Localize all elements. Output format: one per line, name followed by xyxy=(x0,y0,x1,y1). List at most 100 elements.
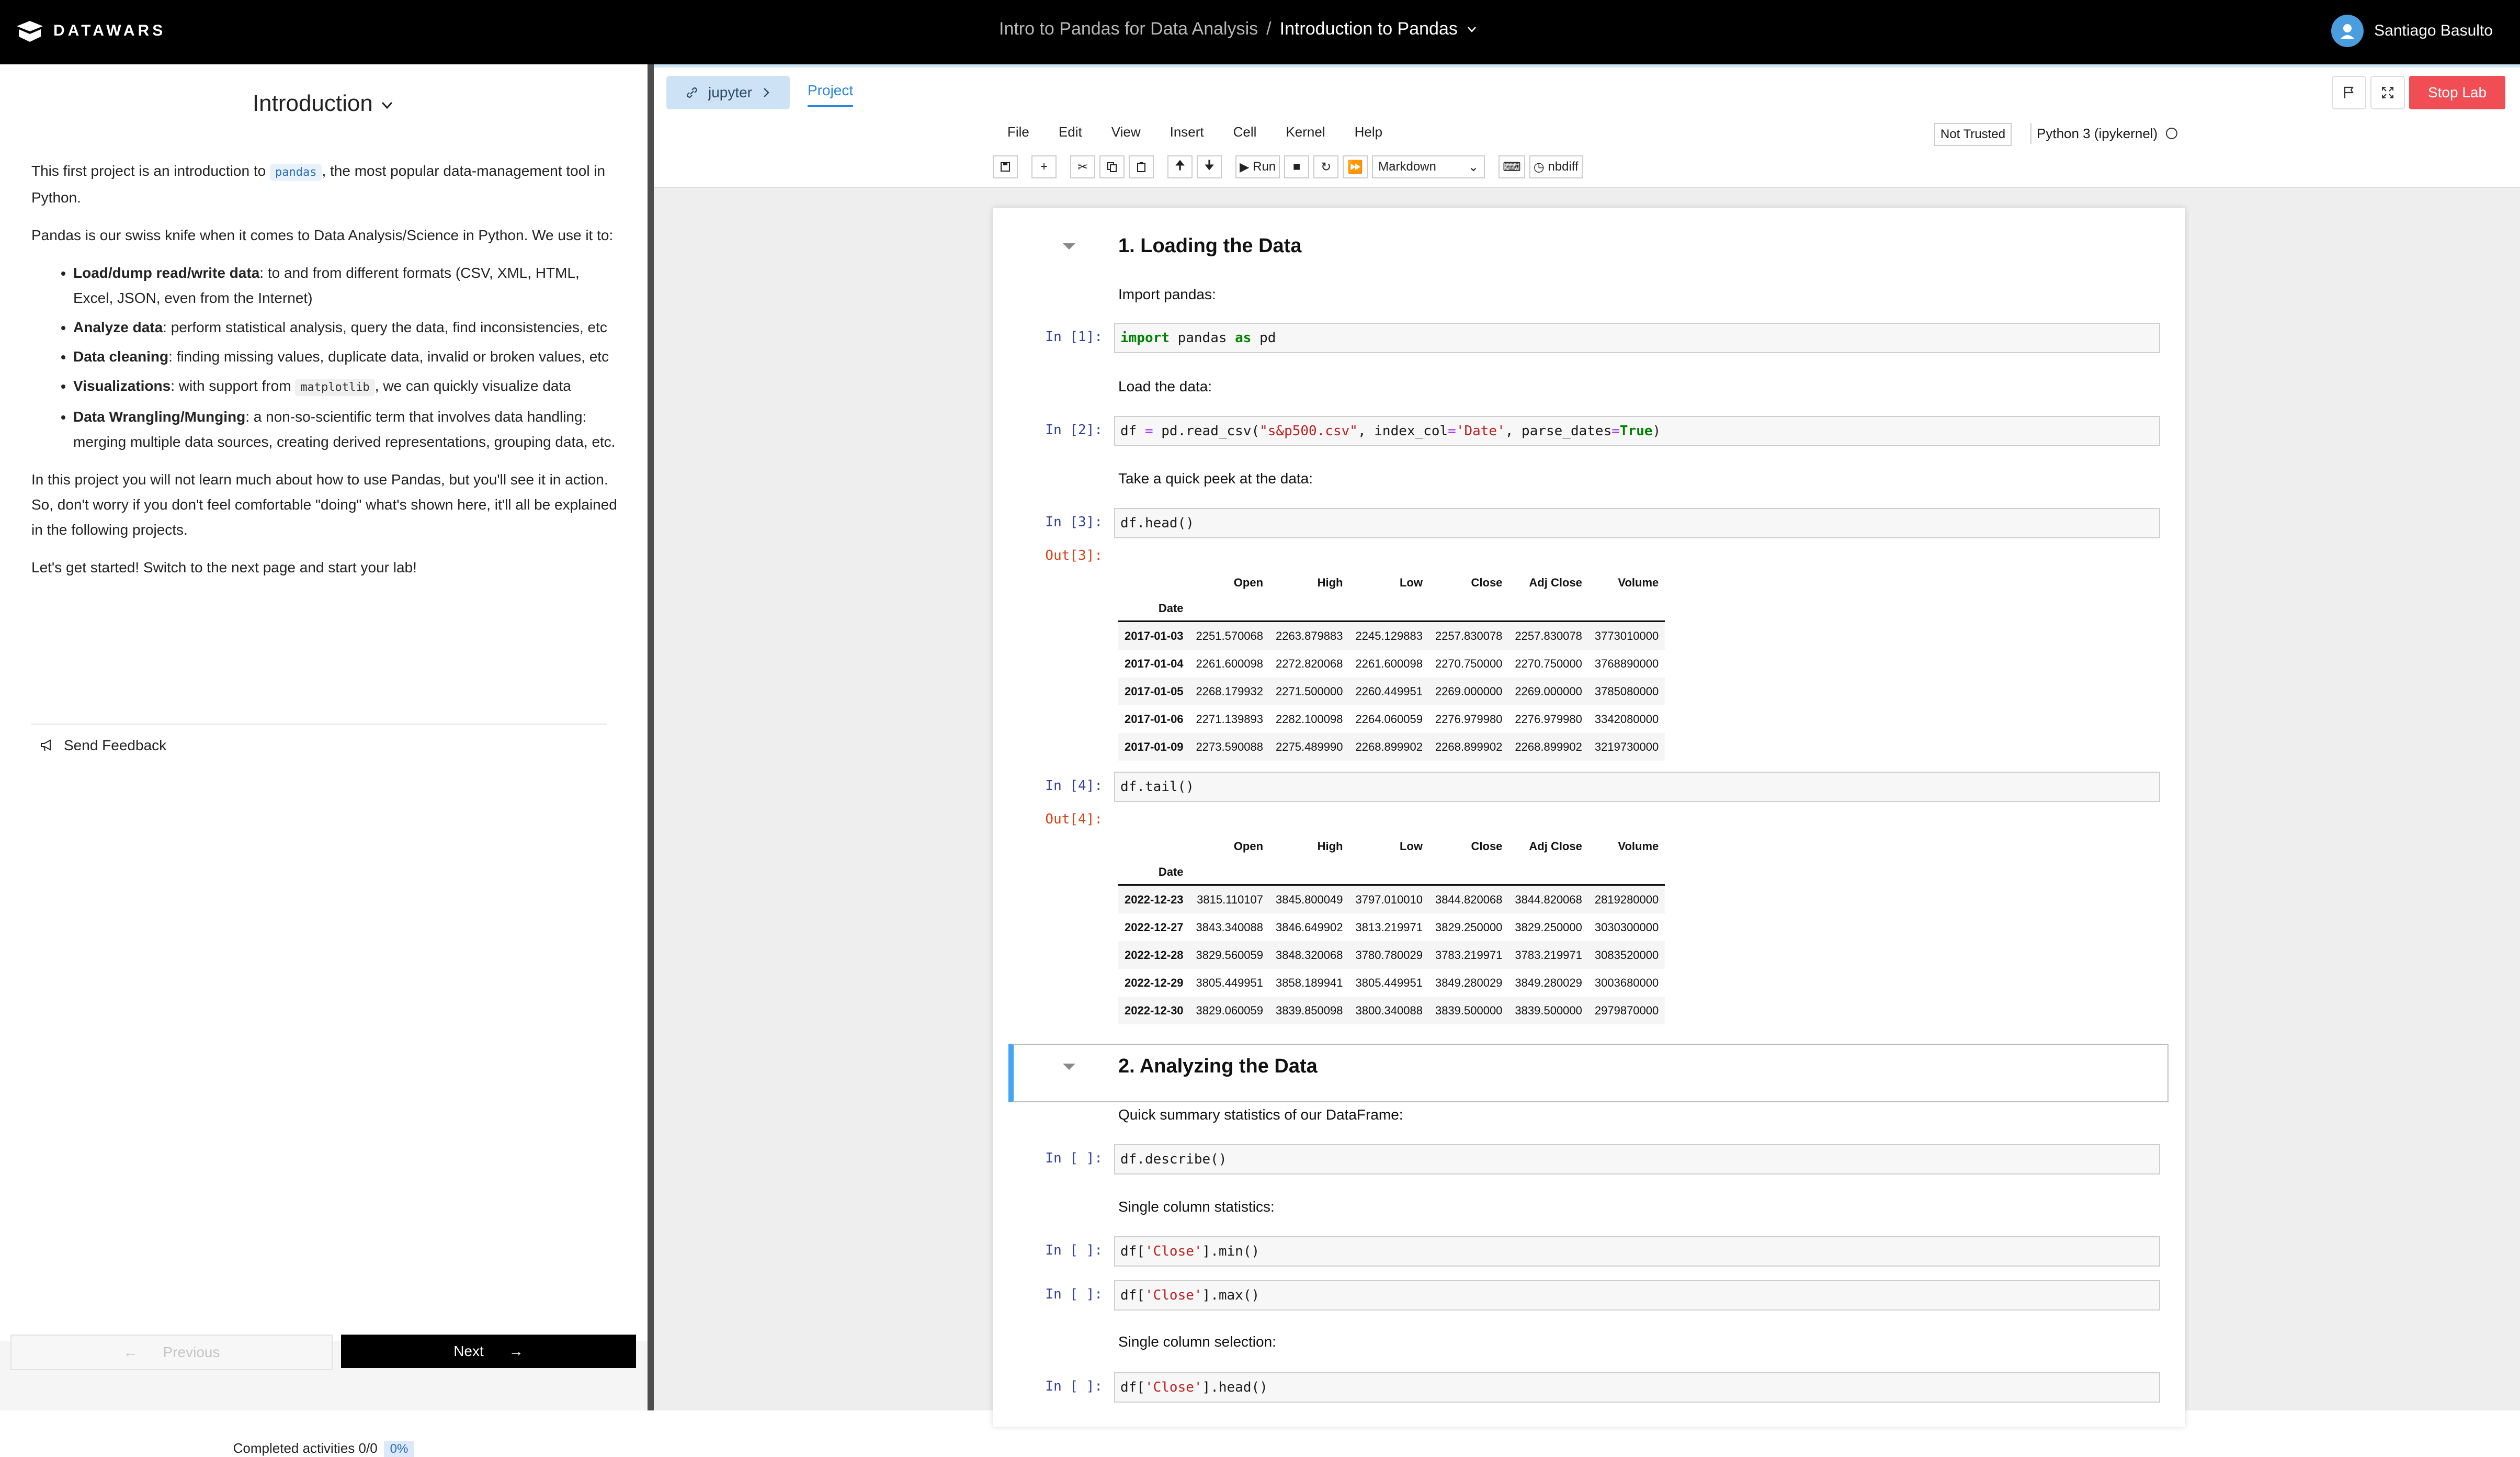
next-button[interactable]: Next → xyxy=(341,1335,636,1368)
index-header-row: Date xyxy=(1118,596,1665,622)
code-token: 'Close' xyxy=(1144,1380,1202,1395)
collapse-section-icon[interactable] xyxy=(1063,243,1075,250)
collapse-section-icon[interactable] xyxy=(1063,1064,1075,1070)
avatar[interactable] xyxy=(2331,15,2364,47)
menu-help[interactable]: Help xyxy=(1355,124,1382,140)
cell-type-select[interactable]: Markdown ⌄ xyxy=(1372,155,1485,178)
markdown-cell[interactable]: Single column selection: xyxy=(1118,1334,1276,1350)
menu-file[interactable]: File xyxy=(1007,124,1029,140)
copy-button[interactable] xyxy=(1099,155,1125,178)
table-cell: 3003680000 xyxy=(1594,976,1659,989)
menu-cell[interactable]: Cell xyxy=(1233,124,1257,140)
kernel-indicator[interactable]: Python 3 (ipykernel) xyxy=(2030,123,2178,144)
code-token: as xyxy=(1235,330,1252,346)
section-heading[interactable]: 1. Loading the Data xyxy=(1118,235,1301,257)
column-header: Close xyxy=(1471,839,1503,853)
chevron-down-icon[interactable] xyxy=(379,98,395,111)
command-palette-button[interactable]: ⌨ xyxy=(1499,155,1525,178)
move-down-button[interactable]: 🠋 xyxy=(1197,155,1222,178)
refresh-icon: ↻ xyxy=(1321,160,1332,174)
breadcrumb: Intro to Pandas for Data Analysis / Intr… xyxy=(999,19,1478,39)
index-header-row: Date xyxy=(1118,860,1665,885)
restart-button[interactable]: ↻ xyxy=(1313,155,1339,178)
dataframe-head-table: Open High Low Close Adj Close Volume Dat… xyxy=(1118,569,1665,761)
insert-cell-button[interactable]: + xyxy=(1031,155,1057,178)
code-token: 'Close' xyxy=(1144,1244,1202,1259)
run-button[interactable]: ▶ Run xyxy=(1235,155,1280,178)
keyboard-icon: ⌨ xyxy=(1503,160,1521,174)
cut-button[interactable]: ✂ xyxy=(1070,155,1095,178)
index-header: Date xyxy=(1158,865,1184,878)
menu-edit[interactable]: Edit xyxy=(1059,124,1082,140)
code-cell[interactable]: df['Close'].max() xyxy=(1114,1280,2160,1311)
markdown-cell[interactable]: Quick summary statistics of our DataFram… xyxy=(1118,1106,1403,1123)
pane-resizer[interactable] xyxy=(648,64,654,1410)
chevron-down-icon[interactable] xyxy=(1466,24,1478,35)
section-heading[interactable]: 2. Analyzing the Data xyxy=(1118,1055,1318,1078)
send-feedback-link[interactable]: Send Feedback xyxy=(40,737,166,754)
dataframe-tail-table: Open High Low Close Adj Close Volume Dat… xyxy=(1118,832,1665,1024)
empty-header xyxy=(1190,860,1269,885)
previous-button[interactable]: ← Previous xyxy=(10,1335,333,1370)
table-cell: 2260.449951 xyxy=(1355,684,1423,698)
code-cell[interactable]: df['Close'].min() xyxy=(1114,1236,2160,1267)
row-index: 2022-12-27 xyxy=(1125,920,1184,934)
megaphone-icon xyxy=(41,739,51,751)
table-row: 2022-12-27 3843.340088 3846.649902 3813.219… xyxy=(1118,913,1665,941)
breadcrumb-course[interactable]: Intro to Pandas for Data Analysis xyxy=(999,19,1258,39)
markdown-cell[interactable]: Load the data: xyxy=(1118,378,1212,395)
empty-header xyxy=(1508,860,1588,885)
trust-status-button[interactable]: Not Trusted xyxy=(1934,123,2012,146)
stop-lab-button[interactable]: Stop Lab xyxy=(2409,76,2505,109)
datawars-logo-icon xyxy=(17,21,43,42)
markdown-cell[interactable]: Import pandas: xyxy=(1118,286,1216,303)
fullscreen-button[interactable] xyxy=(2370,76,2405,109)
menu-insert[interactable]: Insert xyxy=(1170,124,1204,140)
list-item: Analyze data: perform statistical analys… xyxy=(73,315,617,340)
empty-header xyxy=(1588,596,1665,622)
input-prompt: In [ ]: xyxy=(1045,1379,1103,1394)
restart-run-all-button[interactable]: ⏩ xyxy=(1343,155,1368,178)
menu-kernel[interactable]: Kernel xyxy=(1286,124,1325,140)
tab-jupyter[interactable]: jupyter xyxy=(666,76,790,109)
markdown-cell[interactable]: Single column statistics: xyxy=(1118,1199,1275,1215)
code-cell[interactable]: df.head() xyxy=(1114,508,2160,538)
code-token: , index_col xyxy=(1357,423,1448,439)
brand[interactable]: DATAWARS xyxy=(16,19,166,43)
interrupt-button[interactable]: ■ xyxy=(1284,155,1310,178)
save-button[interactable] xyxy=(993,155,1018,178)
lesson-body: This first project is an introduction to… xyxy=(31,159,617,593)
arrow-up-icon: 🠉 xyxy=(1175,158,1185,173)
lesson-paragraph-note: In this project you will not learn much … xyxy=(31,471,617,538)
flag-button[interactable] xyxy=(2332,76,2366,109)
breadcrumb-page[interactable]: Introduction to Pandas xyxy=(1280,19,1458,39)
table-cell: 2264.060059 xyxy=(1355,712,1423,726)
code-token: ].head() xyxy=(1202,1380,1268,1395)
table-row: 2022-12-28 3829.560059 3848.320068 3780.780… xyxy=(1118,941,1665,969)
user-menu[interactable]: Santiago Basulto xyxy=(2331,15,2493,47)
code-cell[interactable]: import pandas as pd xyxy=(1114,323,2160,353)
bullet-text: , we can quickly visualize data xyxy=(374,378,571,394)
nbdiff-button[interactable]: ◷ nbdiff xyxy=(1529,155,1583,178)
lesson-content: Introduction This first project is an in… xyxy=(0,64,648,1341)
code-cell[interactable]: df.describe() xyxy=(1114,1144,2160,1174)
move-up-button[interactable]: 🠉 xyxy=(1167,155,1193,178)
bullet-title: Visualizations xyxy=(73,378,171,394)
scissors-icon: ✂ xyxy=(1077,160,1088,174)
table-cell: 2282.100098 xyxy=(1276,712,1343,726)
list-item: Load/dump read/write data: to and from d… xyxy=(73,261,617,311)
code-cell[interactable]: df = pd.read_csv("s&p500.csv", index_col… xyxy=(1114,416,2160,446)
markdown-cell[interactable]: Take a quick peek at the data: xyxy=(1118,470,1313,487)
code-cell[interactable]: df['Close'].head() xyxy=(1114,1372,2160,1403)
divider xyxy=(31,724,607,725)
empty-header xyxy=(1269,860,1349,885)
paste-button[interactable] xyxy=(1129,155,1154,178)
lesson-title[interactable]: Introduction xyxy=(0,91,648,117)
table-cell: 3797.010010 xyxy=(1349,884,1429,913)
menu-view[interactable]: View xyxy=(1111,124,1141,140)
input-prompt: In [1]: xyxy=(1045,329,1103,345)
tab-project[interactable]: Project xyxy=(808,82,854,107)
bullet-title: Load/dump read/write data xyxy=(73,265,260,281)
code-cell[interactable]: df.tail() xyxy=(1114,772,2160,802)
lab-tab-bar: jupyter Project Stop Lab xyxy=(654,64,2520,120)
